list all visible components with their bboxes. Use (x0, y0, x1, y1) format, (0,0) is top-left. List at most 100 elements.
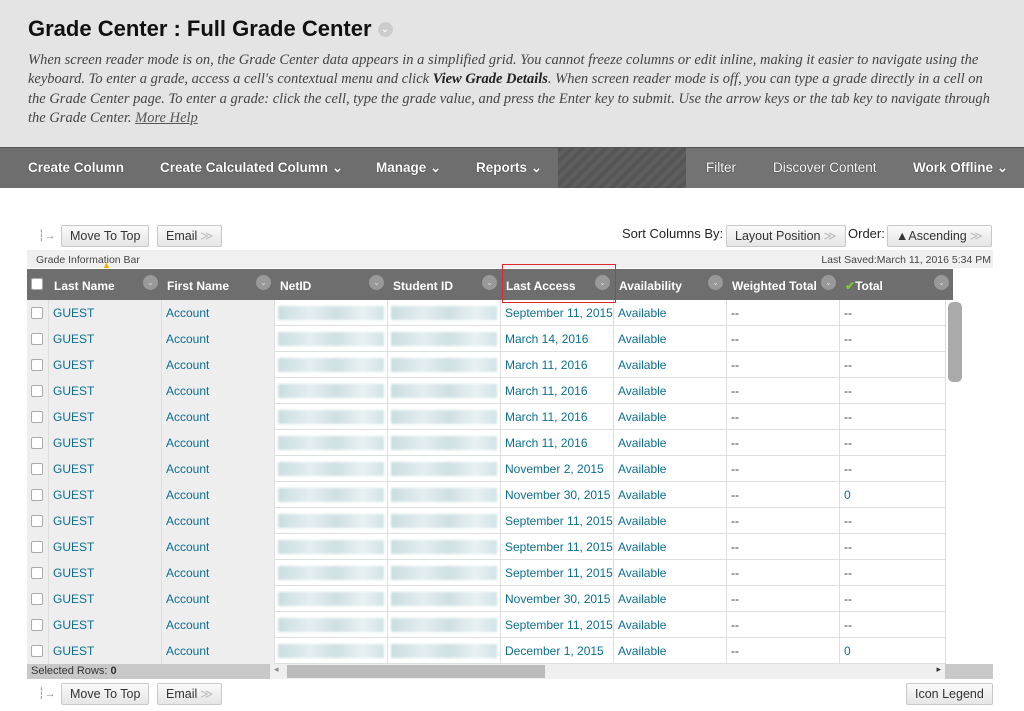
availability-cell[interactable]: Available (614, 456, 727, 482)
last-access-cell[interactable]: September 11, 2015 (501, 508, 614, 534)
first-name-cell[interactable]: Account (162, 352, 275, 378)
weighted-total-cell[interactable]: -- (727, 508, 840, 534)
weighted-total-cell[interactable]: -- (727, 612, 840, 638)
column-menu-chevron-icon[interactable]: ⌄ (256, 275, 271, 290)
vertical-scrollbar[interactable] (945, 300, 963, 664)
availability-cell[interactable]: Available (614, 430, 727, 456)
total-cell[interactable]: -- (840, 378, 953, 404)
availability-cell[interactable]: Available (614, 300, 727, 326)
first-name-cell[interactable]: Account (162, 430, 275, 456)
weighted-total-cell[interactable]: -- (727, 326, 840, 352)
reports-menu[interactable]: Reports ⌄ (476, 148, 542, 188)
last-name-cell[interactable]: GUEST (49, 300, 162, 326)
row-checkbox[interactable] (31, 333, 43, 345)
column-menu-chevron-icon[interactable]: ⌄ (708, 275, 723, 290)
availability-cell[interactable]: Available (614, 482, 727, 508)
last-access-cell[interactable]: March 11, 2016 (501, 378, 614, 404)
first-name-cell[interactable]: Account (162, 508, 275, 534)
last-name-cell[interactable]: GUEST (49, 638, 162, 664)
first-name-cell[interactable]: Account (162, 482, 275, 508)
order-select[interactable]: ▲Ascending ≫ (887, 225, 992, 247)
last-access-cell[interactable]: November 30, 2015 (501, 482, 614, 508)
last-name-cell[interactable]: GUEST (49, 612, 162, 638)
last-name-cell[interactable]: GUEST (49, 404, 162, 430)
icon-legend-button[interactable]: Icon Legend (906, 683, 993, 705)
row-checkbox[interactable] (31, 645, 43, 657)
total-cell[interactable]: 0 (840, 482, 953, 508)
last-name-cell[interactable]: GUEST (49, 508, 162, 534)
first-name-cell[interactable]: Account (162, 378, 275, 404)
last-name-cell[interactable]: GUEST (49, 352, 162, 378)
last-access-cell[interactable]: November 2, 2015 (501, 456, 614, 482)
row-checkbox[interactable] (31, 385, 43, 397)
total-cell[interactable]: -- (840, 404, 953, 430)
last-name-cell[interactable]: GUEST (49, 326, 162, 352)
first-name-cell[interactable]: Account (162, 586, 275, 612)
last-name-cell[interactable]: GUEST (49, 534, 162, 560)
last-name-cell[interactable]: GUEST (49, 456, 162, 482)
weighted-total-cell[interactable]: -- (727, 534, 840, 560)
row-checkbox[interactable] (31, 437, 43, 449)
sort-columns-select[interactable]: Layout Position ≫ (726, 225, 846, 247)
row-checkbox[interactable] (31, 411, 43, 423)
weighted-total-cell[interactable]: -- (727, 482, 840, 508)
column-menu-chevron-icon[interactable]: ⌄ (934, 275, 949, 290)
total-cell[interactable]: -- (840, 534, 953, 560)
last-access-cell[interactable]: March 11, 2016 (501, 404, 614, 430)
column-menu-chevron-icon[interactable]: ⌄ (369, 275, 384, 290)
first-name-cell[interactable]: Account (162, 404, 275, 430)
row-checkbox[interactable] (31, 489, 43, 501)
last-access-cell[interactable]: September 11, 2015 (501, 534, 614, 560)
weighted-total-cell[interactable]: -- (727, 300, 840, 326)
row-checkbox[interactable] (31, 307, 43, 319)
move-to-top-button[interactable]: Move To Top (61, 225, 150, 247)
column-menu-chevron-icon[interactable]: ⌄ (143, 275, 158, 290)
last-access-cell[interactable]: December 1, 2015 (501, 638, 614, 664)
availability-cell[interactable]: Available (614, 378, 727, 404)
row-checkbox[interactable] (31, 619, 43, 631)
weighted-total-cell[interactable]: -- (727, 560, 840, 586)
work-offline-menu[interactable]: Work Offline ⌄ (913, 148, 1008, 188)
total-cell[interactable]: 0 (840, 638, 953, 664)
availability-cell[interactable]: Available (614, 534, 727, 560)
availability-cell[interactable]: Available (614, 508, 727, 534)
last-access-cell[interactable]: March 14, 2016 (501, 326, 614, 352)
last-name-cell[interactable]: GUEST (49, 482, 162, 508)
availability-cell[interactable]: Available (614, 586, 727, 612)
create-calculated-column-menu[interactable]: Create Calculated Column ⌄ (160, 148, 343, 188)
total-cell[interactable]: -- (840, 612, 953, 638)
total-cell[interactable]: -- (840, 560, 953, 586)
availability-cell[interactable]: Available (614, 560, 727, 586)
total-cell[interactable]: -- (840, 300, 953, 326)
total-cell[interactable]: -- (840, 586, 953, 612)
availability-cell[interactable]: Available (614, 404, 727, 430)
total-cell[interactable]: -- (840, 352, 953, 378)
weighted-total-cell[interactable]: -- (727, 430, 840, 456)
weighted-total-cell[interactable]: -- (727, 456, 840, 482)
more-help-link[interactable]: More Help (135, 110, 198, 126)
row-checkbox[interactable] (31, 593, 43, 605)
manage-menu[interactable]: Manage ⌄ (376, 148, 441, 188)
availability-cell[interactable]: Available (614, 326, 727, 352)
row-checkbox[interactable] (31, 567, 43, 579)
first-name-cell[interactable]: Account (162, 326, 275, 352)
total-cell[interactable]: -- (840, 508, 953, 534)
email-menu[interactable]: Email ≫ (157, 225, 223, 247)
row-checkbox[interactable] (31, 541, 43, 553)
filter-button[interactable]: Filter (706, 148, 736, 188)
create-column-button[interactable]: Create Column (28, 148, 124, 188)
horizontal-scrollbar[interactable]: ◂ ▸ (270, 664, 945, 679)
last-access-cell[interactable]: September 11, 2015 (501, 300, 614, 326)
last-name-cell[interactable]: GUEST (49, 430, 162, 456)
email-menu-bottom[interactable]: Email ≫ (157, 683, 223, 705)
weighted-total-cell[interactable]: -- (727, 378, 840, 404)
last-access-cell[interactable]: November 30, 2015 (501, 586, 614, 612)
total-cell[interactable]: -- (840, 326, 953, 352)
last-access-cell[interactable]: September 11, 2015 (501, 612, 614, 638)
last-access-cell[interactable]: March 11, 2016 (501, 430, 614, 456)
title-menu-chevron-icon[interactable]: ⌄ (377, 21, 393, 37)
last-name-cell[interactable]: GUEST (49, 378, 162, 404)
availability-cell[interactable]: Available (614, 638, 727, 664)
availability-cell[interactable]: Available (614, 612, 727, 638)
discover-content-button[interactable]: Discover Content (773, 148, 877, 188)
